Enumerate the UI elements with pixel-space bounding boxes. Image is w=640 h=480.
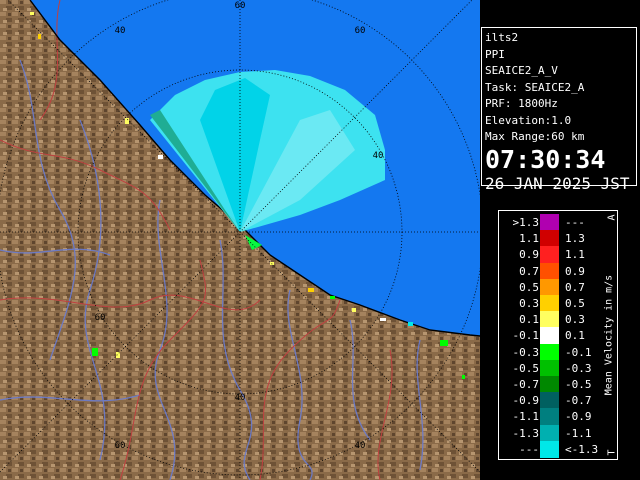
legend-left-value: -0.1 <box>512 329 540 343</box>
legend-left-value: 0.5 <box>519 280 539 294</box>
legend-left-value: 0.7 <box>519 264 539 278</box>
legend-swatch <box>540 408 559 426</box>
legend-left-value: 0.3 <box>519 297 539 310</box>
legend-swatch <box>540 343 559 361</box>
legend-row: 0.5 0.7 <box>499 278 599 296</box>
scan-name: SEAICE2_A_V <box>485 64 558 77</box>
legend-right-value: -0.5 <box>565 378 592 391</box>
legend-corner-top: A <box>606 214 618 221</box>
max-range-value: Max Range:60 km <box>485 130 585 143</box>
legend-row: 0.7 0.9 <box>499 262 599 280</box>
legend-swatch <box>540 376 559 393</box>
legend-right-value: <-1.3 <box>565 442 599 456</box>
legend-swatch <box>540 311 559 329</box>
legend-swatch <box>540 295 559 312</box>
legend-row: -0.9 -0.7 <box>499 392 599 410</box>
legend-left-value: -1.3 <box>512 426 540 440</box>
legend-row: -0.5 -0.3 <box>499 359 599 377</box>
scan-time: 07:30:34 <box>485 144 606 174</box>
range-ring-label: 40 <box>373 151 384 161</box>
legend-row: 1.1 1.3 <box>499 230 599 248</box>
legend-right-value: 1.1 <box>565 248 585 262</box>
legend-swatch <box>540 262 559 280</box>
legend-left-value: 0.9 <box>519 248 539 262</box>
range-ring-label: 60 <box>115 441 126 451</box>
velocity-legend: >1.3 --- 1.1 1.3 0.9 1.1 0.7 0.9 0.5 0.7 0.3 0.5 0.1… <box>498 210 618 460</box>
range-ring-label: 60 <box>355 26 366 36</box>
legend-right-value: -0.1 <box>565 345 592 359</box>
legend-left-value: 1.1 <box>519 232 539 246</box>
legend-right-value: 1.3 <box>565 232 585 246</box>
legend-left-value: >1.3 <box>512 216 540 229</box>
legend-row: 0.3 0.5 <box>499 295 599 312</box>
legend-row: -1.3 -1.1 <box>499 424 599 442</box>
legend-row: -0.3 -0.1 <box>499 343 599 361</box>
legend-row: -0.1 0.1 <box>499 327 599 345</box>
legend-swatch <box>540 214 559 231</box>
legend-right-value: -1.1 <box>565 426 592 440</box>
legend-left-value: -1.1 <box>512 410 540 424</box>
range-ring-label: 60 <box>235 1 246 11</box>
legend-right-value: 0.9 <box>565 264 585 278</box>
legend-swatch <box>540 440 559 458</box>
task-name: Task: SEAICE2_A <box>485 80 585 94</box>
legend-corner-bottom: T <box>606 449 618 456</box>
legend-left-value: --- <box>519 442 539 456</box>
scan-info-panel: ilts2 PPI SEAICE2_A_V Task: SEAICE2_A PR… <box>481 27 637 193</box>
range-ring-label: 40 <box>355 441 366 451</box>
radar-ppi-map[interactable]: 40 60 40 60 40 60 40 60 <box>0 0 480 480</box>
legend-left-value: -0.7 <box>512 378 540 391</box>
legend-swatch <box>540 278 559 296</box>
legend-right-value: 0.7 <box>565 280 585 294</box>
legend-row: 0.1 0.3 <box>499 311 599 329</box>
legend-right-value: 0.3 <box>565 313 585 327</box>
legend-right-value: --- <box>565 216 585 229</box>
legend-title: Mean Velocity in m/s <box>603 274 615 396</box>
legend-left-value: -0.5 <box>512 361 540 375</box>
legend-left-value: 0.1 <box>519 313 539 327</box>
legend-right-value: -0.7 <box>565 394 592 408</box>
legend-row: >1.3 --- <box>499 214 599 231</box>
legend-title-container: Mean Velocity in m/s <box>602 208 616 462</box>
range-ring-label: 40 <box>235 393 246 403</box>
legend-row: -0.7 -0.5 <box>499 376 599 393</box>
legend-swatch <box>540 359 559 377</box>
legend-row: 0.9 1.1 <box>499 246 599 264</box>
legend-swatch <box>540 327 559 345</box>
site-name: ilts2 <box>485 31 519 44</box>
legend-swatch <box>540 424 559 442</box>
range-ring-label: 60 <box>95 313 106 323</box>
legend-swatch <box>540 230 559 248</box>
legend-left-value: -0.9 <box>512 394 540 408</box>
legend-right-value: 0.5 <box>565 297 585 310</box>
prf-value: PRF: 1800Hz <box>485 97 558 110</box>
range-ring-label: 40 <box>115 26 126 36</box>
legend-swatch <box>540 392 559 410</box>
legend-left-value: -0.3 <box>512 345 540 359</box>
elevation-value: Elevation:1.0 <box>485 113 572 127</box>
legend-right-value: -0.3 <box>565 361 592 375</box>
legend-row: -1.1 -0.9 <box>499 408 599 426</box>
legend-right-value: -0.9 <box>565 410 592 424</box>
legend-row: --- <-1.3 <box>499 440 599 458</box>
legend-swatch <box>540 246 559 264</box>
product-type: PPI <box>485 47 505 61</box>
scan-date: 26 JAN 2025 JST <box>485 173 630 193</box>
legend-right-value: 0.1 <box>565 329 585 343</box>
